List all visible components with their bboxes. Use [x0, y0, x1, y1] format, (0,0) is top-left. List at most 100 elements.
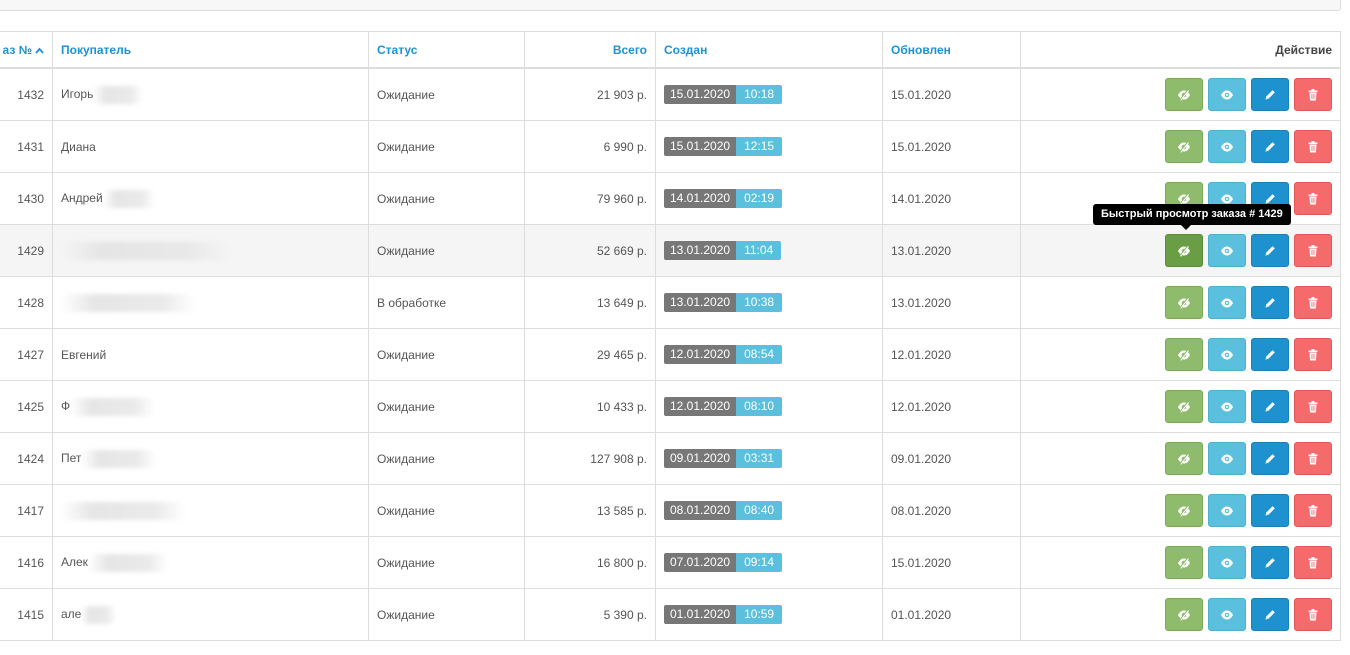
column-header-updated[interactable]: Обновлен	[882, 31, 1021, 69]
created-cell: 15.01.2020 12:15	[655, 120, 883, 173]
quick-view-button[interactable]	[1165, 234, 1203, 267]
quick-view-button[interactable]	[1165, 130, 1203, 163]
quick-view-button[interactable]	[1165, 442, 1203, 475]
table-row: 1425 Ф Ожидание 10 433 р. 12.01.2020 08:10 12.…	[0, 380, 1341, 433]
created-time: 09:14	[736, 553, 783, 572]
view-button[interactable]	[1208, 234, 1246, 267]
order-status: Ожидание	[377, 503, 435, 518]
table-header-row: аз № Покупатель Статус Всего Создан Обно…	[0, 31, 1341, 69]
created-cell: 12.01.2020 08:10	[655, 380, 883, 433]
order-id-cell: 1427	[0, 328, 53, 381]
status-cell: Ожидание	[368, 224, 525, 277]
edit-button[interactable]	[1251, 338, 1289, 371]
delete-button[interactable]	[1294, 286, 1332, 319]
updated-cell: 14.01.2020	[882, 172, 1021, 225]
status-cell: В обработке	[368, 276, 525, 329]
delete-button[interactable]	[1294, 546, 1332, 579]
delete-button[interactable]	[1294, 390, 1332, 423]
created-date: 01.01.2020	[664, 605, 737, 624]
created-date: 15.01.2020	[664, 85, 737, 104]
edit-button[interactable]	[1251, 494, 1289, 527]
order-id: 1424	[17, 451, 44, 466]
created-badge: 12.01.2020 08:54	[664, 345, 783, 364]
caret-up-icon	[32, 43, 44, 57]
order-total: 13 649 р.	[596, 295, 647, 310]
delete-button[interactable]	[1294, 442, 1332, 475]
order-status: Ожидание	[377, 191, 435, 206]
column-header-status[interactable]: Статус	[368, 31, 525, 69]
created-time: 08:54	[736, 345, 783, 364]
quick-view-button[interactable]	[1165, 494, 1203, 527]
customer-cell: Игорь	[52, 67, 369, 121]
column-header-order-id[interactable]: аз №	[0, 31, 53, 69]
quick-view-button[interactable]	[1165, 546, 1203, 579]
created-badge: 08.01.2020 08:40	[664, 501, 783, 520]
order-id-cell: 1417	[0, 484, 53, 537]
actions-cell	[1020, 276, 1341, 329]
quick-view-button[interactable]	[1165, 286, 1203, 319]
updated-cell: 13.01.2020	[882, 276, 1021, 329]
total-cell: 16 800 р.	[524, 536, 656, 589]
redacted-name	[70, 397, 156, 416]
redacted-name	[93, 85, 144, 104]
quick-view-button[interactable]	[1165, 78, 1203, 111]
order-status: Ожидание	[377, 399, 435, 414]
actions-cell	[1020, 380, 1341, 433]
edit-button[interactable]	[1251, 78, 1289, 111]
delete-button[interactable]	[1294, 182, 1332, 215]
delete-button[interactable]	[1294, 598, 1332, 631]
created-cell: 08.01.2020 08:40	[655, 484, 883, 537]
edit-button[interactable]	[1251, 286, 1289, 319]
edit-button[interactable]	[1251, 598, 1289, 631]
view-button[interactable]	[1208, 130, 1246, 163]
order-id: 1431	[17, 139, 44, 154]
view-button[interactable]	[1208, 78, 1246, 111]
order-id-cell: 1430	[0, 172, 53, 225]
order-id-cell: 1432	[0, 67, 53, 121]
customer-name: Игорь	[61, 86, 94, 101]
total-cell: 13 585 р.	[524, 484, 656, 537]
view-button[interactable]	[1208, 338, 1246, 371]
total-cell: 10 433 р.	[524, 380, 656, 433]
total-cell: 79 960 р.	[524, 172, 656, 225]
edit-button[interactable]	[1251, 234, 1289, 267]
created-date: 15.01.2020	[664, 137, 737, 156]
actions-cell	[1020, 67, 1341, 121]
edit-button[interactable]	[1251, 546, 1289, 579]
view-button[interactable]	[1208, 390, 1246, 423]
view-button[interactable]	[1208, 442, 1246, 475]
column-header-customer[interactable]: Покупатель	[52, 31, 369, 69]
quick-view-button[interactable]	[1165, 390, 1203, 423]
edit-button[interactable]	[1251, 390, 1289, 423]
quick-view-button[interactable]	[1165, 598, 1203, 631]
status-cell: Ожидание	[368, 328, 525, 381]
edit-button[interactable]	[1251, 130, 1289, 163]
order-id-cell: 1429	[0, 224, 53, 277]
status-cell: Ожидание	[368, 432, 525, 485]
customer-name: але	[61, 606, 82, 621]
quick-view-button[interactable]	[1165, 338, 1203, 371]
total-cell: 6 990 р.	[524, 120, 656, 173]
view-button[interactable]	[1208, 546, 1246, 579]
created-cell: 14.01.2020 02:19	[655, 172, 883, 225]
view-button[interactable]	[1208, 286, 1246, 319]
redacted-name	[102, 189, 155, 208]
delete-button[interactable]	[1294, 130, 1332, 163]
created-badge: 09.01.2020 03:31	[664, 449, 783, 468]
order-status: Ожидание	[377, 607, 435, 622]
customer-cell	[52, 484, 369, 537]
column-header-total[interactable]: Всего	[524, 31, 656, 69]
edit-button[interactable]	[1251, 442, 1289, 475]
actions-cell	[1020, 328, 1341, 381]
delete-button[interactable]	[1294, 494, 1332, 527]
order-id: 1428	[17, 295, 44, 310]
delete-button[interactable]	[1294, 338, 1332, 371]
quick-view-tooltip: Быстрый просмотр заказа # 1429	[1093, 204, 1291, 230]
order-id: 1429	[17, 243, 44, 258]
delete-button[interactable]	[1294, 234, 1332, 267]
column-header-created[interactable]: Создан	[655, 31, 883, 69]
delete-button[interactable]	[1294, 78, 1332, 111]
view-button[interactable]	[1208, 598, 1246, 631]
view-button[interactable]	[1208, 494, 1246, 527]
updated-cell: 13.01.2020	[882, 224, 1021, 277]
